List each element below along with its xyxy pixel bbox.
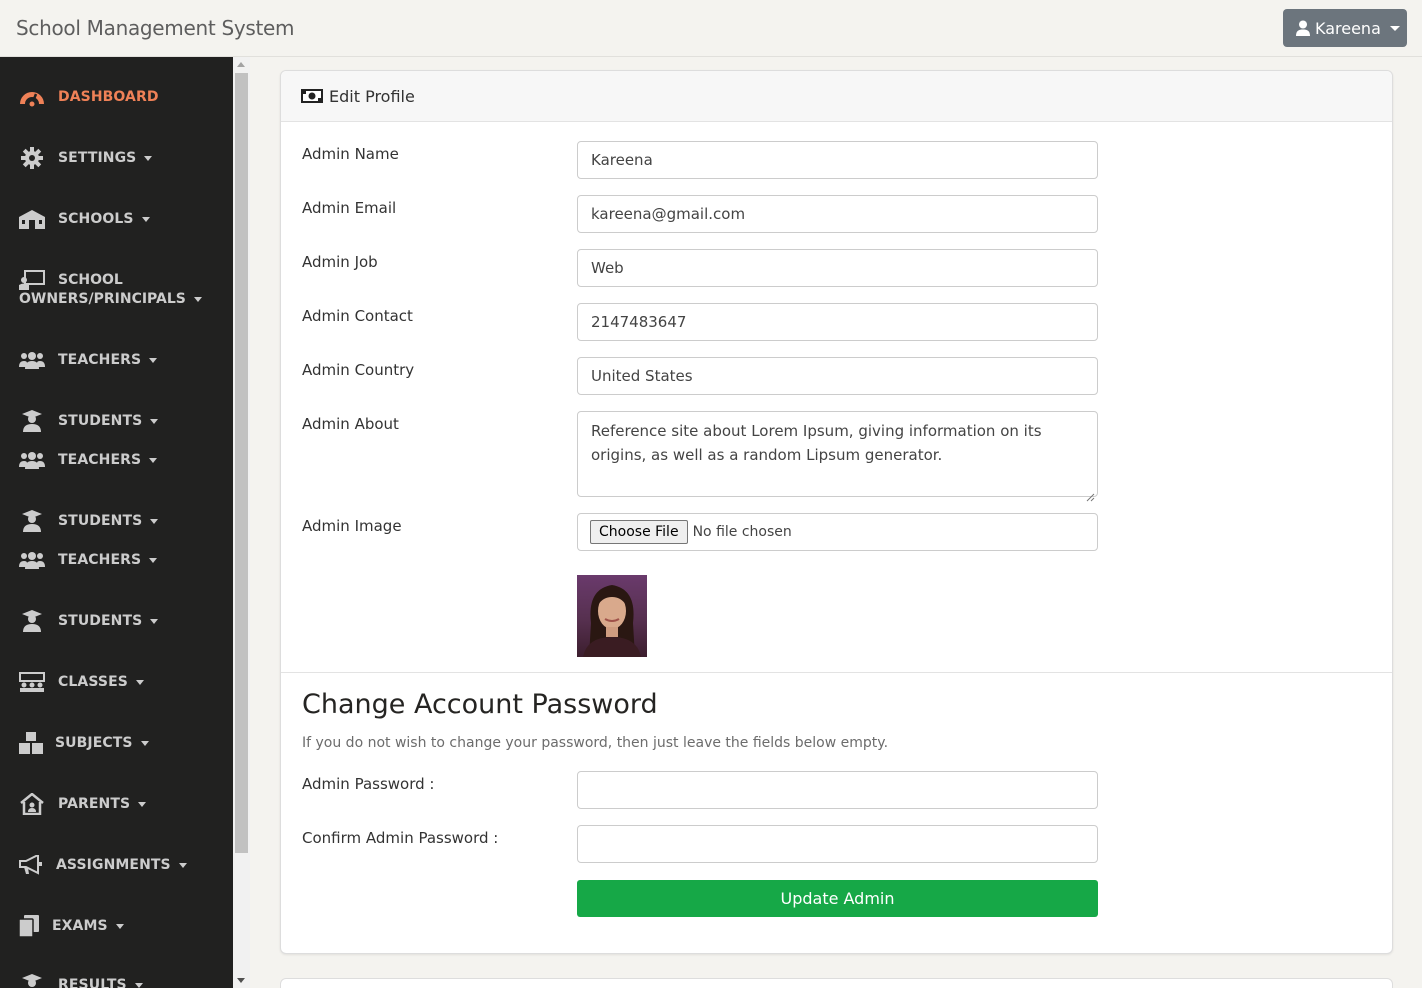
money-bill-icon	[301, 89, 323, 103]
admin-about-label: Admin About	[302, 415, 399, 433]
caret-down-icon	[149, 457, 158, 463]
confirm-password-input[interactable]	[577, 825, 1098, 863]
sidebar-item-dashboard[interactable]: DASHBOARD	[19, 87, 159, 107]
school-icon	[19, 209, 45, 229]
caret-down-icon	[138, 801, 147, 807]
cubes-icon	[19, 732, 43, 754]
users-icon	[19, 550, 45, 570]
sidebar-item-teachers[interactable]: TEACHERS	[19, 450, 158, 470]
sidebar: DASHBOARD SETTINGS SCHOOLS SCHOOL OWNERS…	[0, 57, 233, 988]
house-user-icon	[19, 793, 45, 815]
choose-file-button[interactable]: Choose File	[590, 520, 688, 544]
admin-password-label: Admin Password :	[302, 775, 435, 793]
caret-down-icon	[150, 618, 159, 624]
user-name: Kareena	[1315, 18, 1381, 38]
sidebar-scrollbar[interactable]	[233, 57, 250, 988]
edit-profile-card: Edit Profile Admin Name Admin Email Admi…	[280, 70, 1393, 954]
user-menu-button[interactable]: Kareena	[1283, 9, 1407, 47]
caret-down-icon	[193, 296, 202, 302]
change-password-note: If you do not wish to change your passwo…	[302, 735, 889, 751]
sidebar-item-students[interactable]: STUDENTS	[19, 510, 159, 532]
scroll-thumb[interactable]	[235, 73, 248, 853]
users-icon	[19, 450, 45, 470]
section-divider	[281, 672, 1392, 673]
sidebar-item-schools[interactable]: SCHOOLS	[19, 209, 150, 229]
admin-country-input[interactable]	[577, 357, 1098, 395]
sidebar-item-students[interactable]: STUDENTS	[19, 610, 159, 632]
sidebar-item-classes[interactable]: CLASSES	[19, 672, 144, 692]
caret-down-icon	[149, 357, 158, 363]
card-header: Edit Profile	[281, 71, 1392, 122]
top-navbar: School Management System Kareena	[0, 0, 1422, 57]
admin-job-label: Admin Job	[302, 253, 378, 271]
admin-image-label: Admin Image	[302, 517, 402, 535]
sidebar-item-exams[interactable]: EXAMS	[19, 915, 124, 937]
file-status-text: No file chosen	[692, 524, 792, 540]
app-title[interactable]: School Management System	[16, 16, 295, 40]
admin-email-label: Admin Email	[302, 199, 397, 217]
copy-file-icon	[19, 915, 39, 937]
graduate-icon	[19, 510, 45, 532]
caret-down-icon	[178, 862, 187, 868]
admin-country-label: Admin Country	[302, 361, 415, 379]
caret-down-icon	[115, 923, 124, 929]
sidebar-item-parents[interactable]: PARENTS	[19, 793, 147, 815]
admin-image-file-input[interactable]: Choose File No file chosen	[577, 513, 1098, 551]
sidebar-item-teachers[interactable]: TEACHERS	[19, 550, 158, 570]
change-password-heading: Change Account Password	[302, 689, 658, 720]
gear-icon	[19, 147, 45, 169]
caret-down-icon	[135, 679, 144, 685]
graduate-icon	[19, 610, 45, 632]
sidebar-item-students[interactable]: STUDENTS	[19, 410, 159, 432]
sidebar-item-settings[interactable]: SETTINGS	[19, 147, 153, 169]
dashboard-gauge-icon	[19, 87, 45, 107]
admin-password-input[interactable]	[577, 771, 1098, 809]
caret-down-icon	[141, 216, 150, 222]
update-admin-button[interactable]: Update Admin	[577, 880, 1098, 917]
confirm-password-label: Confirm Admin Password :	[302, 829, 499, 847]
admin-contact-label: Admin Contact	[302, 307, 413, 325]
sidebar-item-school-owners[interactable]: SCHOOL OWNERS/PRINCIPALS	[19, 270, 202, 309]
admin-name-label: Admin Name	[302, 145, 399, 163]
admin-about-textarea[interactable]: Reference site about Lorem Ipsum, giving…	[577, 411, 1098, 502]
sidebar-item-results[interactable]: RESULTS	[19, 974, 143, 988]
resize-grip-icon[interactable]	[1086, 485, 1095, 502]
next-card-edge	[280, 978, 1393, 988]
admin-job-input[interactable]	[577, 249, 1098, 287]
caret-down-icon	[150, 518, 159, 524]
graduate-icon	[19, 974, 45, 988]
graduate-icon	[19, 410, 45, 432]
sidebar-item-subjects[interactable]: SUBJECTS	[19, 732, 149, 754]
admin-email-input[interactable]	[577, 195, 1098, 233]
bullhorn-icon	[19, 855, 43, 875]
caret-down-icon	[144, 155, 153, 161]
admin-name-input[interactable]	[577, 141, 1098, 179]
chevron-down-icon	[1389, 25, 1400, 31]
user-icon	[1296, 20, 1310, 36]
chalkboard-teacher-icon	[19, 270, 45, 290]
caret-down-icon	[134, 982, 143, 988]
admin-profile-image	[577, 575, 647, 657]
sidebar-item-assignments[interactable]: ASSIGNMENTS	[19, 855, 187, 875]
caret-down-icon	[140, 740, 149, 746]
classroom-icon	[19, 672, 45, 692]
scroll-up-arrow-icon[interactable]	[237, 62, 245, 67]
caret-down-icon	[149, 557, 158, 563]
card-title: Edit Profile	[329, 86, 415, 106]
sidebar-item-teachers[interactable]: TEACHERS	[19, 350, 158, 370]
admin-contact-input[interactable]	[577, 303, 1098, 341]
users-icon	[19, 350, 45, 370]
scroll-down-arrow-icon[interactable]	[237, 978, 245, 983]
caret-down-icon	[150, 418, 159, 424]
